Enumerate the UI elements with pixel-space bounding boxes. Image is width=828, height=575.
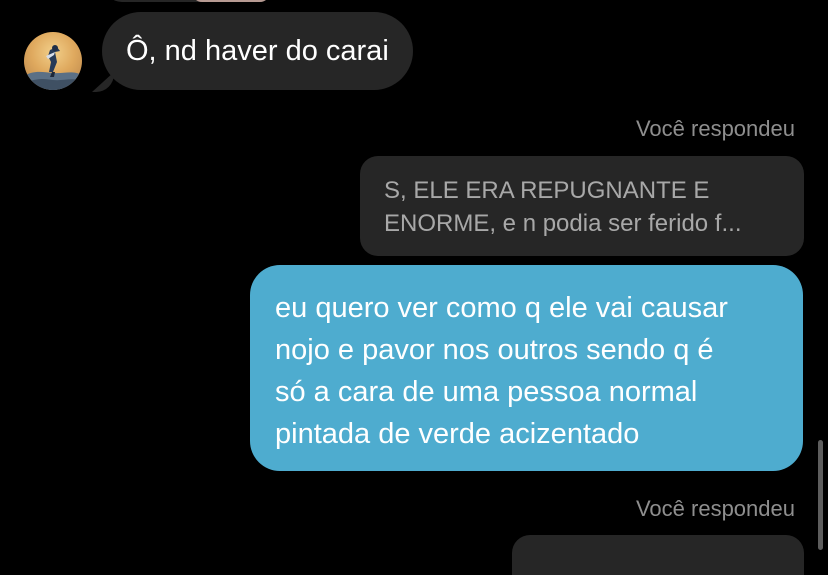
next-message-bubble[interactable] (512, 535, 804, 575)
outgoing-message-line: só a cara de uma pessoa normal (275, 376, 698, 408)
outgoing-message-line: nojo e pavor nos outros sendo q é (275, 334, 714, 366)
quoted-message-line: S, ELE ERA REPUGNANTE E (384, 177, 710, 204)
incoming-message-bubble[interactable]: Ô, nd haver do carai (102, 12, 413, 90)
incoming-message-text: Ô, nd haver do carai (126, 34, 389, 67)
quoted-message-line: ENORME, e n podia ser ferido f... (384, 210, 742, 237)
user-avatar-icon (24, 45, 82, 90)
outgoing-message-line: eu quero ver como q ele vai causar (275, 292, 728, 324)
outgoing-message-bubble[interactable]: eu quero ver como q ele vai causar nojo … (250, 265, 803, 471)
reply-label: Você respondeu (635, 496, 795, 521)
avatar[interactable] (24, 32, 82, 90)
outgoing-message-line: pintada de verde acizentado (275, 418, 640, 450)
scrollbar[interactable] (818, 440, 823, 550)
previous-message-image[interactable] (192, 0, 270, 2)
quoted-message-bubble[interactable]: S, ELE ERA REPUGNANTE E ENORME, e n podi… (360, 156, 804, 256)
reply-label: Você respondeu (635, 116, 795, 141)
